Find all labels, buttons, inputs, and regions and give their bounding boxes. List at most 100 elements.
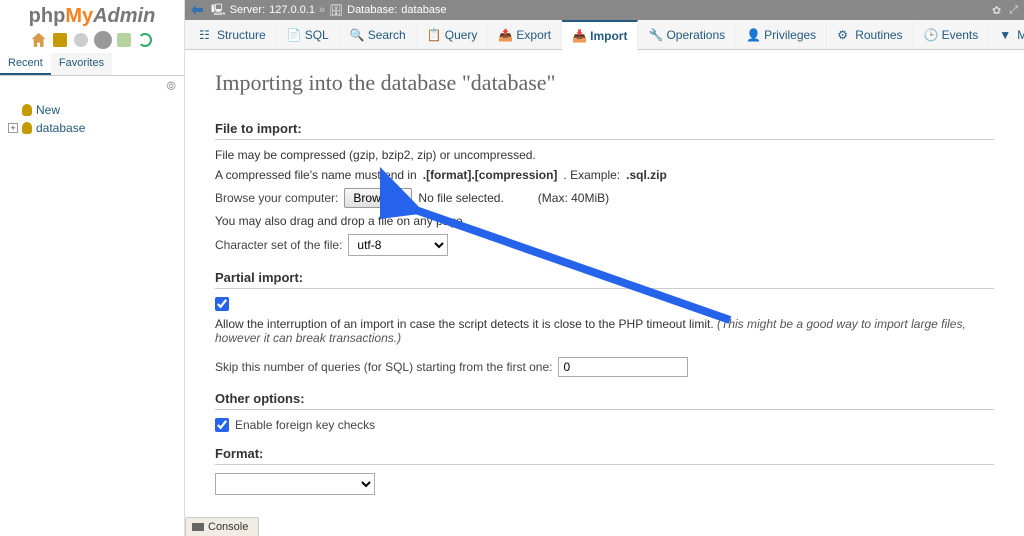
tab-export-label: Export	[516, 28, 551, 42]
tree-expand-icon[interactable]: +	[8, 123, 18, 133]
tab-import[interactable]: 📥 Import	[562, 20, 638, 50]
page-title: Importing into the database "database"	[215, 70, 994, 96]
allow-interrupt-text: Allow the interruption of an import in c…	[215, 317, 994, 345]
browse-button[interactable]: Browse...	[344, 188, 412, 208]
tab-events-label: Events	[942, 28, 979, 42]
home-icon[interactable]	[32, 33, 46, 47]
database-icon: 🗄	[329, 4, 343, 17]
allow-text-a: Allow the interruption of an import in c…	[215, 317, 717, 331]
format-row	[215, 473, 994, 495]
tab-events[interactable]: 🕒Events	[914, 20, 990, 49]
operations-icon: 🔧	[648, 28, 662, 42]
sql-icon[interactable]	[53, 33, 67, 47]
tab-sql-label: SQL	[305, 28, 329, 42]
section-file: File to import:	[215, 121, 994, 140]
more-icon: ▼	[999, 28, 1013, 42]
no-file-text: No file selected.	[418, 191, 503, 205]
side-tabs: Recent Favorites	[0, 53, 184, 76]
logo: phpMyAdmin	[0, 0, 184, 30]
bc-sep: »	[319, 4, 325, 16]
fk-label: Enable foreign key checks	[235, 418, 375, 432]
tree-new-label: New	[36, 103, 60, 117]
docs-icon[interactable]	[74, 33, 88, 47]
routines-icon: ⚙	[837, 28, 851, 42]
refresh-icon[interactable]	[138, 33, 152, 47]
logo-admin: Admin	[93, 5, 155, 27]
gear-icon[interactable]: ✿	[992, 4, 1001, 17]
charset-label: Character set of the file:	[215, 238, 342, 252]
skip-row: Skip this number of queries (for SQL) st…	[215, 357, 994, 377]
file-hint-2: A compressed file's name must end in .[f…	[215, 168, 994, 182]
allow-interrupt-row	[215, 297, 994, 311]
privileges-icon: 👤	[746, 28, 760, 42]
bc-db-value[interactable]: database	[401, 4, 446, 16]
tab-import-label: Import	[590, 29, 627, 43]
export-icon: 📤	[498, 28, 512, 42]
console-bar[interactable]: Console	[185, 517, 259, 536]
logo-my: My	[65, 5, 93, 27]
tab-routines-label: Routines	[855, 28, 902, 42]
max-size: (Max: 40MiB)	[538, 191, 609, 205]
tab-query[interactable]: 📋 Query	[417, 20, 489, 49]
tab-structure[interactable]: ☷ Structure	[189, 20, 277, 49]
tab-operations[interactable]: 🔧 Operations	[638, 20, 736, 49]
db-icon	[22, 122, 32, 134]
tab-favorites[interactable]: Favorites	[51, 53, 112, 75]
content: Importing into the database "database" F…	[185, 50, 1024, 516]
file-hint-1: File may be compressed (gzip, bzip2, zip…	[215, 148, 994, 162]
tab-recent[interactable]: Recent	[0, 53, 51, 75]
tab-more-label: More	[1017, 28, 1024, 42]
browse-label: Browse your computer:	[215, 191, 338, 205]
top-bar: 🖳 Server: 127.0.0.1 » 🗄 Database: databa…	[185, 0, 1024, 20]
charset-row: Character set of the file: utf-8	[215, 234, 994, 256]
file-hint-2d: .sql.zip	[626, 168, 667, 182]
tab-privileges[interactable]: 👤 Privileges	[736, 20, 827, 49]
skip-input[interactable]	[558, 357, 688, 377]
section-other: Other options:	[215, 391, 994, 410]
drag-hint: You may also drag and drop a file on any…	[215, 214, 994, 228]
tab-structure-label: Structure	[217, 28, 266, 42]
breadcrumb-arrow-icon[interactable]	[191, 5, 203, 15]
query-icon: 📋	[427, 28, 441, 42]
logo-php: php	[29, 5, 66, 27]
settings-icon[interactable]	[96, 33, 110, 47]
tab-query-label: Query	[445, 28, 478, 42]
format-select[interactable]	[215, 473, 375, 495]
charset-select[interactable]: utf-8	[348, 234, 448, 256]
tab-routines[interactable]: ⚙ Routines	[827, 20, 913, 49]
skip-label: Skip this number of queries (for SQL) st…	[215, 360, 552, 374]
tab-bar: ☷ Structure 📄 SQL 🔍Search 📋 Query 📤 Export 📥…	[185, 20, 1024, 50]
structure-icon: ☷	[199, 28, 213, 42]
expand-icon[interactable]: ⤢	[1009, 4, 1018, 17]
tab-export[interactable]: 📤 Export	[488, 20, 562, 49]
db-tree: New + database	[0, 97, 184, 141]
allow-interrupt-checkbox[interactable]	[215, 297, 229, 311]
file-hint-2a: A compressed file's name must end in	[215, 168, 417, 182]
tree-db-label: database	[36, 121, 85, 135]
tab-more[interactable]: ▼ More	[989, 20, 1024, 49]
bc-db-label: Database:	[347, 4, 397, 16]
collapse-icon[interactable]: ⦾	[0, 76, 184, 97]
search-icon: 🔍	[350, 28, 364, 42]
new-db-icon	[22, 104, 32, 116]
import-icon: 📥	[572, 29, 586, 43]
fk-checkbox[interactable]	[215, 418, 229, 432]
bc-server-value[interactable]: 127.0.0.1	[269, 4, 315, 16]
left-panel: phpMyAdmin Recent Favorites ⦾ New + data…	[0, 0, 185, 536]
tab-privileges-label: Privileges	[764, 28, 816, 42]
sql-tab-icon: 📄	[287, 28, 301, 42]
bc-server-label: Server:	[230, 4, 265, 16]
tab-search[interactable]: 🔍Search	[340, 20, 417, 49]
tab-operations-label: Operations	[666, 28, 725, 42]
tree-new[interactable]: New	[8, 101, 176, 119]
fk-row: Enable foreign key checks	[215, 418, 994, 432]
tab-sql[interactable]: 📄 SQL	[277, 20, 340, 49]
file-hint-2c: . Example:	[563, 168, 620, 182]
main-panel: 🖳 Server: 127.0.0.1 » 🗄 Database: databa…	[185, 0, 1024, 536]
theme-icon[interactable]	[117, 33, 131, 47]
section-format: Format:	[215, 446, 994, 465]
top-icons: ✿ ⤢	[992, 4, 1018, 17]
browse-row: Browse your computer: Browse... No file …	[215, 188, 994, 208]
tree-db[interactable]: + database	[8, 119, 176, 137]
section-partial: Partial import:	[215, 270, 994, 289]
